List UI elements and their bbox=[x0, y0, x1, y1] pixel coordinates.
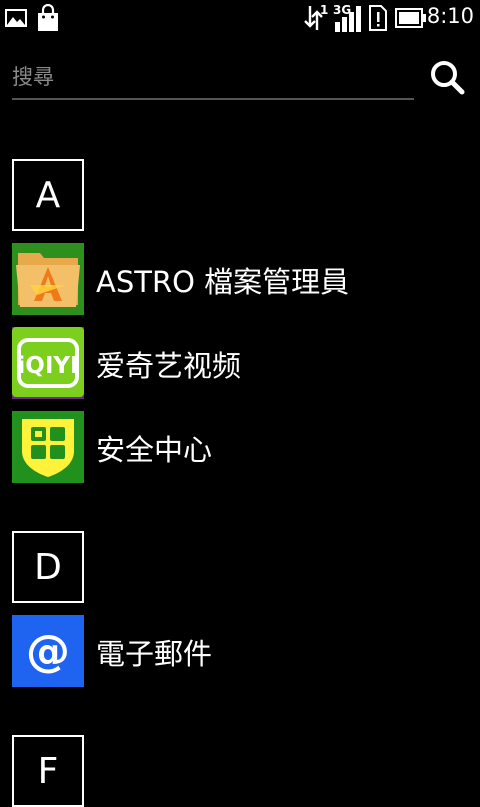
battery-icon bbox=[395, 8, 426, 28]
image-icon bbox=[5, 9, 27, 27]
app-label: ASTRO 檔案管理員 bbox=[96, 265, 350, 299]
section-header-f[interactable]: F bbox=[12, 735, 84, 807]
shopping-bag-icon bbox=[38, 4, 58, 31]
security-shield-icon bbox=[12, 411, 84, 483]
app-item-iqiyi[interactable]: iQIYI 爱奇艺视频 bbox=[12, 327, 472, 399]
section-header-a[interactable]: A bbox=[12, 159, 84, 231]
search-icon bbox=[431, 61, 465, 95]
app-item-email[interactable]: @ 電子郵件 bbox=[12, 615, 472, 687]
svg-text:@: @ bbox=[26, 626, 70, 677]
section-header-d[interactable]: D bbox=[12, 531, 84, 603]
data-activity-badge: 1 bbox=[320, 3, 329, 17]
app-label: 電子郵件 bbox=[96, 637, 213, 671]
sim-alert-icon bbox=[369, 5, 387, 31]
app-item-astro[interactable]: ASTRO 檔案管理員 bbox=[12, 243, 472, 315]
astro-folder-icon bbox=[12, 243, 84, 315]
iqiyi-icon: iQIYI bbox=[12, 327, 84, 399]
status-bar: 1 3G 8:10 bbox=[0, 0, 480, 36]
search-input[interactable] bbox=[12, 62, 402, 92]
app-label: 安全中心 bbox=[96, 433, 213, 467]
app-item-security-center[interactable]: 安全中心 bbox=[12, 411, 472, 483]
search-bar bbox=[12, 56, 414, 100]
signal-3g-icon bbox=[335, 6, 361, 32]
clock: 8:10 bbox=[426, 4, 474, 28]
search-button[interactable] bbox=[426, 56, 470, 100]
svg-text:iQIYI: iQIYI bbox=[17, 353, 78, 379]
app-label: 爱奇艺视频 bbox=[96, 349, 242, 383]
at-email-icon: @ bbox=[12, 615, 84, 687]
